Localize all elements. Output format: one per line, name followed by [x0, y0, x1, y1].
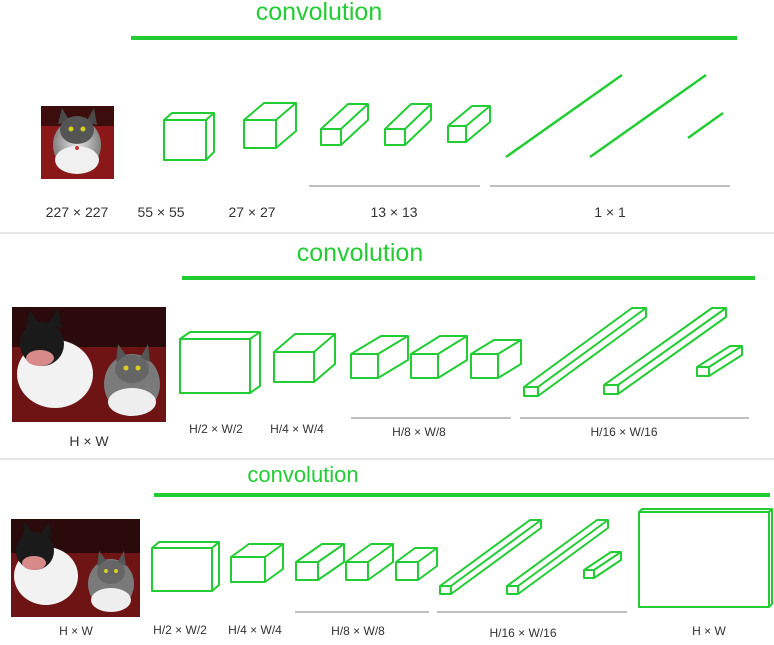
- feature-box-h8-b: [410, 335, 468, 379]
- feature-box-h4: [230, 543, 284, 583]
- feature-rod-h16-a: [523, 307, 647, 397]
- size-label: H/8 × W/8: [331, 624, 385, 638]
- feature-box-h8-a: [350, 335, 409, 379]
- feature-box-13-c: [447, 105, 491, 143]
- size-label: 55 × 55: [137, 204, 185, 220]
- size-label: H × W: [69, 433, 109, 449]
- cat-image: [41, 106, 114, 179]
- panel-3-diagram: [11, 493, 773, 617]
- size-label: H/16 × W/16: [590, 425, 658, 439]
- size-label: 1 × 1: [594, 204, 626, 220]
- panel-title: convolution: [255, 0, 383, 26]
- feature-box-27: [243, 102, 297, 149]
- feature-box-h2: [151, 541, 220, 592]
- feature-rod-h16-b: [506, 519, 609, 595]
- size-label: H × W: [692, 624, 726, 638]
- size-label: H/4 × W/4: [228, 623, 282, 637]
- fc-line-3: [687, 111, 724, 140]
- fc-line-1: [505, 73, 623, 159]
- feature-rod-h16-b: [603, 307, 727, 395]
- size-label: H × W: [59, 624, 93, 638]
- size-label: H/4 × W/4: [270, 422, 324, 436]
- panel-1-diagram: [41, 36, 737, 187]
- panel-2-fully-convolutional-net: convolution H × W H/2 × W/2 H/4 × W/4 H/…: [0, 234, 774, 458]
- size-label: 27 × 27: [228, 204, 276, 220]
- feature-box-13-b: [384, 103, 432, 146]
- feature-box-h8-a: [295, 543, 345, 581]
- size-label: 227 × 227: [45, 204, 109, 220]
- feature-rod-h16-c: [696, 345, 743, 377]
- feature-box-h8-c: [470, 339, 522, 379]
- dog-cat-image: [11, 519, 140, 617]
- output-map-box: [638, 508, 773, 608]
- size-label: H/2 × W/2: [189, 422, 243, 436]
- feature-box-h4: [273, 333, 336, 383]
- size-label: H/2 × W/2: [153, 623, 207, 637]
- feature-box-h2: [179, 331, 261, 394]
- panel-title: convolution: [247, 462, 359, 487]
- feature-box-13-a: [320, 103, 369, 146]
- size-label: H/8 × W/8: [392, 425, 446, 439]
- feature-box-55: [163, 112, 215, 161]
- feature-rod-h16-a: [439, 519, 542, 595]
- size-label: 13 × 13: [370, 204, 418, 220]
- feature-box-h8-c: [395, 547, 438, 581]
- feature-box-h8-b: [345, 543, 394, 581]
- panel-1-classification-net: convolution 227 × 227 55 × 55 27 × 27 13…: [0, 0, 774, 232]
- dog-cat-image: [12, 307, 166, 422]
- feature-rod-h16-c: [583, 551, 622, 579]
- panel-title: convolution: [296, 239, 424, 267]
- size-label: H/16 × W/16: [489, 626, 557, 640]
- panel-3-fcn-with-upsampling: convolution H × W H/2 × W/2 H/4 × W/4 H/…: [0, 460, 774, 645]
- fc-line-2: [589, 73, 707, 159]
